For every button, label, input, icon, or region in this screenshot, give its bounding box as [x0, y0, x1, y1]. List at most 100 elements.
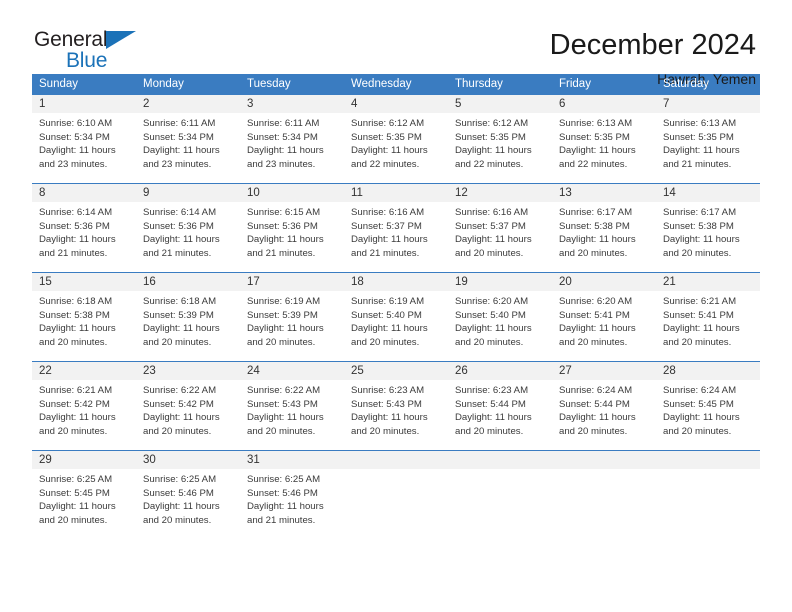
daylight-text-line2: and 20 minutes.: [455, 247, 524, 259]
sunrise-text: Sunrise: 6:25 AM: [143, 474, 217, 485]
day-number: 17: [240, 273, 344, 291]
calendar-day-cell[interactable]: 29 Sunrise: 6:25 AM Sunset: 5:45 PM Dayligh…: [32, 450, 136, 539]
sunrise-text: Sunrise: 6:20 AM: [455, 296, 529, 307]
daylight-text-line2: and 20 minutes.: [143, 336, 212, 348]
day-number: 28: [656, 362, 760, 380]
calendar-day-cell[interactable]: 13 Sunrise: 6:17 AM Sunset: 5:38 PM Dayligh…: [552, 183, 656, 272]
calendar-day-cell[interactable]: 21 Sunrise: 6:21 AM Sunset: 5:41 PM Dayligh…: [656, 272, 760, 361]
daylight-text-line2: and 20 minutes.: [351, 425, 420, 437]
daylight-text-line2: and 22 minutes.: [559, 158, 628, 170]
day-number: 15: [32, 273, 136, 291]
day-details: Sunrise: 6:22 AM Sunset: 5:42 PM Daylight:…: [136, 380, 240, 438]
day-details: Sunrise: 6:23 AM Sunset: 5:44 PM Daylight:…: [448, 380, 552, 438]
calendar-day-cell[interactable]: 10 Sunrise: 6:15 AM Sunset: 5:36 PM Dayligh…: [240, 183, 344, 272]
calendar-week-row: 22 Sunrise: 6:21 AM Sunset: 5:42 PM Dayligh…: [32, 361, 760, 450]
daylight-text-line1: Daylight: 11 hours: [351, 412, 428, 424]
day-details: Sunrise: 6:14 AM Sunset: 5:36 PM Daylight:…: [32, 202, 136, 260]
calendar-day-cell[interactable]: 14 Sunrise: 6:17 AM Sunset: 5:38 PM Dayligh…: [656, 183, 760, 272]
daylight-text-line1: Daylight: 11 hours: [247, 234, 324, 246]
sunrise-text: Sunrise: 6:17 AM: [559, 207, 633, 218]
daylight-text-line2: and 20 minutes.: [247, 336, 316, 348]
sunset-text: Sunset: 5:35 PM: [559, 131, 630, 143]
calendar-day-cell[interactable]: 5 Sunrise: 6:12 AM Sunset: 5:35 PM Daylight…: [448, 94, 552, 183]
sunset-text: Sunset: 5:34 PM: [143, 131, 214, 143]
calendar-day-cell[interactable]: 1 Sunrise: 6:10 AM Sunset: 5:34 PM Daylight…: [32, 94, 136, 183]
daylight-text-line1: Daylight: 11 hours: [351, 234, 428, 246]
calendar-day-cell[interactable]: 2 Sunrise: 6:11 AM Sunset: 5:34 PM Daylight…: [136, 94, 240, 183]
calendar-day-cell[interactable]: 3 Sunrise: 6:11 AM Sunset: 5:34 PM Daylight…: [240, 94, 344, 183]
sunrise-text: Sunrise: 6:15 AM: [247, 207, 321, 218]
calendar-day-cell[interactable]: 25 Sunrise: 6:23 AM Sunset: 5:43 PM Dayligh…: [344, 361, 448, 450]
daylight-text-line1: Daylight: 11 hours: [247, 145, 324, 157]
daylight-text-line2: and 20 minutes.: [39, 425, 108, 437]
calendar-day-cell[interactable]: 15 Sunrise: 6:18 AM Sunset: 5:38 PM Dayligh…: [32, 272, 136, 361]
day-details: Sunrise: 6:16 AM Sunset: 5:37 PM Daylight:…: [448, 202, 552, 260]
calendar-day-cell[interactable]: 30 Sunrise: 6:25 AM Sunset: 5:46 PM Dayligh…: [136, 450, 240, 539]
sunset-text: Sunset: 5:37 PM: [351, 220, 422, 232]
day-details: Sunrise: 6:18 AM Sunset: 5:38 PM Daylight:…: [32, 291, 136, 349]
calendar-day-cell[interactable]: 16 Sunrise: 6:18 AM Sunset: 5:39 PM Dayligh…: [136, 272, 240, 361]
day-details: Sunrise: 6:19 AM Sunset: 5:40 PM Daylight:…: [344, 291, 448, 349]
calendar-day-cell[interactable]: 18 Sunrise: 6:19 AM Sunset: 5:40 PM Dayligh…: [344, 272, 448, 361]
sunrise-text: Sunrise: 6:14 AM: [143, 207, 217, 218]
day-number: 1: [32, 95, 136, 113]
calendar-day-cell[interactable]: 9 Sunrise: 6:14 AM Sunset: 5:36 PM Daylight…: [136, 183, 240, 272]
daylight-text-line1: Daylight: 11 hours: [247, 323, 324, 335]
day-number: 2: [136, 95, 240, 113]
sunset-text: Sunset: 5:40 PM: [455, 309, 526, 321]
calendar-day-cell[interactable]: 12 Sunrise: 6:16 AM Sunset: 5:37 PM Dayligh…: [448, 183, 552, 272]
calendar-day-cell[interactable]: 6 Sunrise: 6:13 AM Sunset: 5:35 PM Daylight…: [552, 94, 656, 183]
sunrise-text: Sunrise: 6:16 AM: [351, 207, 425, 218]
daylight-text-line1: Daylight: 11 hours: [455, 234, 532, 246]
daylight-text-line2: and 21 minutes.: [351, 247, 420, 259]
sunrise-text: Sunrise: 6:24 AM: [663, 385, 737, 396]
day-details: Sunrise: 6:19 AM Sunset: 5:39 PM Daylight:…: [240, 291, 344, 349]
daylight-text-line1: Daylight: 11 hours: [663, 323, 740, 335]
day-number: 26: [448, 362, 552, 380]
calendar-day-cell[interactable]: 22 Sunrise: 6:21 AM Sunset: 5:42 PM Dayligh…: [32, 361, 136, 450]
sunrise-text: Sunrise: 6:25 AM: [247, 474, 321, 485]
day-details: Sunrise: 6:15 AM Sunset: 5:36 PM Daylight:…: [240, 202, 344, 260]
calendar-day-cell[interactable]: 20 Sunrise: 6:20 AM Sunset: 5:41 PM Dayligh…: [552, 272, 656, 361]
day-details: Sunrise: 6:24 AM Sunset: 5:45 PM Daylight:…: [656, 380, 760, 438]
daylight-text-line1: Daylight: 11 hours: [559, 323, 636, 335]
sunrise-text: Sunrise: 6:13 AM: [663, 118, 737, 129]
sunset-text: Sunset: 5:38 PM: [559, 220, 630, 232]
calendar-day-cell[interactable]: 28 Sunrise: 6:24 AM Sunset: 5:45 PM Dayligh…: [656, 361, 760, 450]
calendar-day-cell[interactable]: 26 Sunrise: 6:23 AM Sunset: 5:44 PM Dayligh…: [448, 361, 552, 450]
sunrise-text: Sunrise: 6:22 AM: [247, 385, 321, 396]
calendar-day-cell[interactable]: 17 Sunrise: 6:19 AM Sunset: 5:39 PM Dayligh…: [240, 272, 344, 361]
calendar-cell-empty: [344, 450, 448, 539]
calendar-week-row: 15 Sunrise: 6:18 AM Sunset: 5:38 PM Dayligh…: [32, 272, 760, 361]
calendar-day-cell[interactable]: 31 Sunrise: 6:25 AM Sunset: 5:46 PM Dayligh…: [240, 450, 344, 539]
calendar-day-cell[interactable]: 11 Sunrise: 6:16 AM Sunset: 5:37 PM Dayligh…: [344, 183, 448, 272]
day-number: 7: [656, 95, 760, 113]
day-number: 16: [136, 273, 240, 291]
calendar-day-cell[interactable]: 27 Sunrise: 6:24 AM Sunset: 5:44 PM Dayligh…: [552, 361, 656, 450]
calendar-week-row: 8 Sunrise: 6:14 AM Sunset: 5:36 PM Daylight…: [32, 183, 760, 272]
daylight-text-line2: and 20 minutes.: [455, 425, 524, 437]
day-details: Sunrise: 6:25 AM Sunset: 5:46 PM Daylight:…: [240, 469, 344, 527]
daylight-text-line1: Daylight: 11 hours: [39, 234, 116, 246]
sunrise-text: Sunrise: 6:23 AM: [351, 385, 425, 396]
calendar-day-cell[interactable]: 7 Sunrise: 6:13 AM Sunset: 5:35 PM Daylight…: [656, 94, 760, 183]
calendar-day-cell[interactable]: 4 Sunrise: 6:12 AM Sunset: 5:35 PM Daylight…: [344, 94, 448, 183]
calendar-day-cell[interactable]: 24 Sunrise: 6:22 AM Sunset: 5:43 PM Dayligh…: [240, 361, 344, 450]
sunset-text: Sunset: 5:36 PM: [247, 220, 318, 232]
sunset-text: Sunset: 5:46 PM: [143, 487, 214, 499]
calendar-day-cell[interactable]: 19 Sunrise: 6:20 AM Sunset: 5:40 PM Dayligh…: [448, 272, 552, 361]
sunset-text: Sunset: 5:35 PM: [351, 131, 422, 143]
daylight-text-line2: and 20 minutes.: [247, 425, 316, 437]
daylight-text-line1: Daylight: 11 hours: [39, 323, 116, 335]
calendar-day-cell[interactable]: 8 Sunrise: 6:14 AM Sunset: 5:36 PM Daylight…: [32, 183, 136, 272]
day-number: [448, 451, 552, 469]
sunrise-text: Sunrise: 6:13 AM: [559, 118, 633, 129]
calendar-day-cell[interactable]: 23 Sunrise: 6:22 AM Sunset: 5:42 PM Dayligh…: [136, 361, 240, 450]
general-blue-logo[interactable]: General Blue: [34, 28, 146, 74]
day-details: Sunrise: 6:20 AM Sunset: 5:40 PM Daylight:…: [448, 291, 552, 349]
daylight-text-line1: Daylight: 11 hours: [39, 145, 116, 157]
calendar-page: General Blue December 2024 Hawrah, Yemen…: [0, 0, 792, 612]
day-number: 11: [344, 184, 448, 202]
sunset-text: Sunset: 5:40 PM: [351, 309, 422, 321]
day-details: Sunrise: 6:21 AM Sunset: 5:42 PM Daylight:…: [32, 380, 136, 438]
